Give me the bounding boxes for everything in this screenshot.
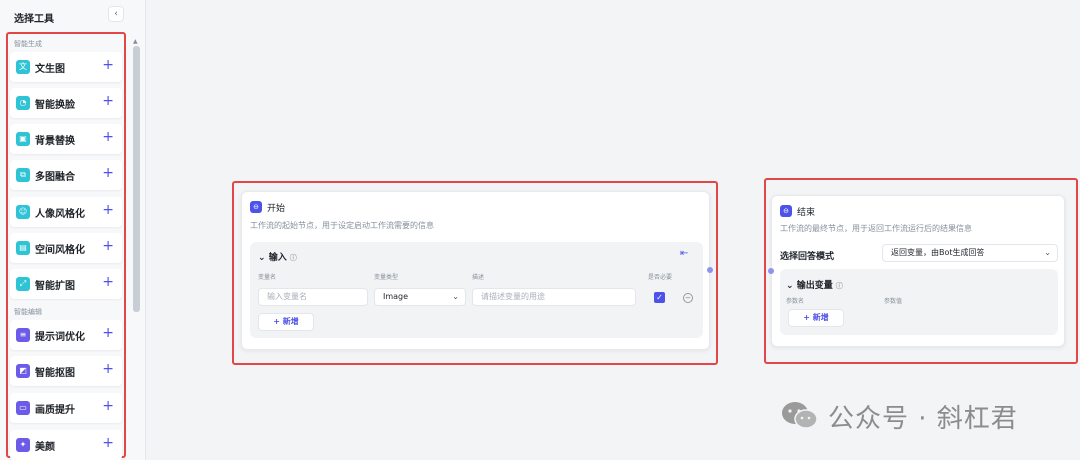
add-tool-icon[interactable]: + xyxy=(102,238,114,254)
portrait-style-icon: ☺ xyxy=(16,205,30,219)
text-to-image-icon: 文 xyxy=(16,60,30,74)
var-type-select[interactable]: Image ⌄ xyxy=(374,288,466,306)
export-icon[interactable]: ⇤ xyxy=(680,248,688,259)
sidebar-item-label: 多图融合 xyxy=(35,172,75,183)
answer-mode-value: 返回变量，由Bot生成回答 xyxy=(891,248,985,257)
group-label-generate: 智能生成 xyxy=(14,40,42,48)
sidebar-item[interactable]: ≡ 提示词优化 + xyxy=(10,320,122,350)
add-tool-icon[interactable]: + xyxy=(102,398,114,414)
tool-sidebar: 选择工具 ‹ 智能生成 智能编辑 文文生图 + ◔ 智能换脸 + ▣ 背景替换 + ⧉ 多图融合 +… xyxy=(0,0,146,460)
column-header-desc: 描述 xyxy=(472,274,485,281)
sidebar-item-label: 智能抠图 xyxy=(35,368,75,379)
var-name-input[interactable]: 输入变量名 xyxy=(258,288,368,306)
add-tool-icon[interactable]: + xyxy=(102,93,114,109)
face-swap-icon: ◔ xyxy=(16,96,30,110)
sidebar-item[interactable]: 文文生图 + xyxy=(10,52,122,82)
end-node[interactable]: ⊖ 结束 工作流的最终节点，用于返回工作流运行后的结果信息 选择回答模式 返回变… xyxy=(768,195,1065,347)
watermark-text: 公众号 · 斜杠君 xyxy=(828,404,1018,434)
remove-row-icon[interactable]: − xyxy=(683,293,693,303)
start-node-output-port[interactable] xyxy=(707,267,713,273)
sidebar-item-label: 背景替换 xyxy=(35,136,75,147)
background-replace-icon: ▣ xyxy=(16,132,30,146)
quality-enhance-icon: ▭ xyxy=(16,401,30,415)
smart-cutout-icon: ◩ xyxy=(16,364,30,378)
collapse-sidebar-button[interactable]: ‹ xyxy=(108,6,124,22)
space-style-icon: ▤ xyxy=(16,241,30,255)
column-header-var-type: 变量类型 xyxy=(374,274,399,281)
sidebar-item-label: 文生图 xyxy=(35,64,65,75)
sidebar-item[interactable]: ▭ 画质提升 + xyxy=(10,393,122,423)
start-node-title: 开始 xyxy=(267,204,286,214)
sidebar-item[interactable]: ▣ 背景替换 + xyxy=(10,124,122,154)
sidebar-item-label: 空间风格化 xyxy=(35,245,85,256)
add-tool-icon[interactable]: + xyxy=(102,57,114,73)
sidebar-item-label: 智能换脸 xyxy=(35,100,75,111)
info-icon: ⓘ xyxy=(835,282,843,290)
end-node-description: 工作流的最终节点，用于返回工作流运行后的结果信息 xyxy=(780,224,972,233)
multi-image-fusion-icon: ⧉ xyxy=(16,168,30,182)
sidebar-header: 选择工具 ‹ xyxy=(0,0,146,32)
sidebar-item[interactable]: ⧉ 多图融合 + xyxy=(10,160,122,190)
end-node-icon: ⊖ xyxy=(780,205,792,217)
column-header-param-value: 参数值 xyxy=(884,298,903,305)
beauty-icon: ✦ xyxy=(16,438,30,452)
info-icon: ⓘ xyxy=(289,254,297,262)
chevron-down-icon: ⌄ xyxy=(1044,248,1051,257)
output-panel: ⌄ 输出变量 ⓘ 参数名 参数值 + 新增 xyxy=(780,269,1058,335)
add-input-button[interactable]: + 新增 xyxy=(258,313,314,331)
input-section-title[interactable]: ⌄ 输入 ⓘ xyxy=(258,250,297,263)
answer-mode-select[interactable]: 返回变量，由Bot生成回答 ⌄ xyxy=(882,244,1058,262)
add-tool-icon[interactable]: + xyxy=(102,325,114,341)
end-node-input-port[interactable] xyxy=(768,268,774,274)
wechat-logo-icon xyxy=(782,402,818,429)
sidebar-scrollbar[interactable] xyxy=(133,46,140,312)
column-header-var-name: 变量名 xyxy=(258,274,277,281)
column-header-required: 是否必要 xyxy=(648,274,673,281)
add-tool-icon[interactable]: + xyxy=(102,361,114,377)
image-expand-icon: ⤢ xyxy=(16,277,30,291)
answer-mode-label: 选择回答模式 xyxy=(780,252,835,262)
sidebar-item-label: 提示词优化 xyxy=(35,332,85,343)
sidebar-item[interactable]: ◩ 智能抠图 + xyxy=(10,356,122,386)
prompt-optimize-icon: ≡ xyxy=(16,328,30,342)
start-node-icon: ⊖ xyxy=(250,201,262,213)
start-node[interactable]: ⊖ 开始 工作流的起始节点，用于设定启动工作流需要的信息 ⌄ 输入 ⓘ ⇤ 变量名… xyxy=(241,191,710,350)
input-section-label: 输入 xyxy=(268,253,287,263)
chevron-down-icon: ⌄ xyxy=(258,253,269,263)
output-section-label: 输出变量 xyxy=(796,281,833,291)
output-section-title[interactable]: ⌄ 输出变量 ⓘ xyxy=(786,278,843,291)
sidebar-item[interactable]: ✦ 美颜 + xyxy=(10,430,122,460)
add-tool-icon[interactable]: + xyxy=(102,165,114,181)
group-label-edit: 智能编辑 xyxy=(14,308,42,316)
add-tool-icon[interactable]: + xyxy=(102,129,114,145)
sidebar-item[interactable]: ▤ 空间风格化 + xyxy=(10,233,122,263)
var-desc-input[interactable]: 请描述变量的用途 xyxy=(472,288,636,306)
sidebar-item[interactable]: ☺ 人像风格化 + xyxy=(10,197,122,227)
add-tool-icon[interactable]: + xyxy=(102,202,114,218)
sidebar-item[interactable]: ⤢ 智能扩图 + xyxy=(10,269,122,299)
sidebar-item[interactable]: ◔ 智能换脸 + xyxy=(10,88,122,118)
required-checkbox[interactable]: ✓ xyxy=(654,292,665,303)
sidebar-item-label: 美颜 xyxy=(35,442,55,453)
end-node-title: 结束 xyxy=(797,208,816,218)
start-node-description: 工作流的起始节点，用于设定启动工作流需要的信息 xyxy=(250,221,434,230)
scroll-up-arrow[interactable]: ▲ xyxy=(133,38,138,45)
add-output-button[interactable]: + 新增 xyxy=(788,309,844,327)
input-panel: ⌄ 输入 ⓘ ⇤ 变量名 变量类型 描述 是否必要 输入变量名 Image ⌄ 请描… xyxy=(250,242,703,338)
chevron-down-icon: ⌄ xyxy=(786,281,797,291)
sidebar-item-label: 人像风格化 xyxy=(35,209,85,220)
var-type-value: Image xyxy=(383,292,409,301)
column-header-param-name: 参数名 xyxy=(786,298,805,305)
sidebar-item-label: 智能扩图 xyxy=(35,281,75,292)
sidebar-item-label: 画质提升 xyxy=(35,405,75,416)
add-tool-icon[interactable]: + xyxy=(102,274,114,290)
chevron-down-icon: ⌄ xyxy=(452,292,459,301)
sidebar-title: 选择工具 xyxy=(14,14,54,25)
add-tool-icon[interactable]: + xyxy=(102,435,114,451)
